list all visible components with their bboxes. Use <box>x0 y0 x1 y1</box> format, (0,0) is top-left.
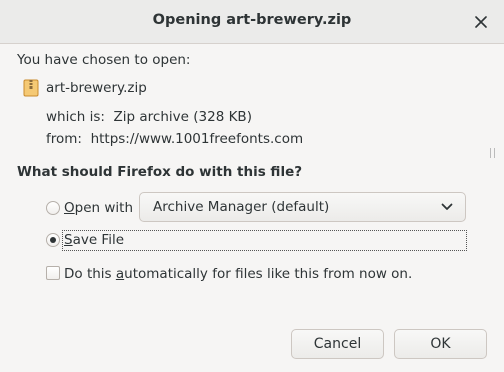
radio-selected-dot <box>50 237 56 243</box>
save-file-label-rest: ave File <box>72 232 125 248</box>
open-with-label-rest: pen with <box>74 200 134 216</box>
close-button[interactable] <box>472 13 490 31</box>
auto-label-before: Do this <box>64 266 116 282</box>
save-file-label[interactable]: Save File <box>64 232 124 248</box>
which-is-label: which is: <box>46 109 105 125</box>
zip-archive-icon <box>23 79 39 97</box>
title-bar: Opening art-brewery.zip <box>0 0 504 44</box>
file-type-value: Zip archive (328 KB) <box>113 109 252 125</box>
intro-text: You have chosen to open: <box>17 52 191 68</box>
file-source-row: from: https://www.1001freefonts.com <box>46 131 303 147</box>
application-dropdown-value: Archive Manager (default) <box>153 199 330 215</box>
save-file-radio[interactable] <box>46 233 60 247</box>
resize-grip[interactable] <box>490 148 495 158</box>
chevron-down-icon <box>441 203 453 210</box>
question-heading: What should Firefox do with this file? <box>17 164 303 180</box>
close-icon <box>475 16 487 28</box>
auto-checkbox[interactable] <box>46 266 60 280</box>
save-file-mnemonic: S <box>64 232 73 248</box>
source-url: https://www.1001freefonts.com <box>90 131 304 147</box>
from-label: from: <box>46 131 82 147</box>
open-with-radio[interactable] <box>46 201 60 215</box>
file-name: art-brewery.zip <box>46 80 147 96</box>
application-dropdown[interactable]: Archive Manager (default) <box>139 192 466 222</box>
dialog-content: You have chosen to open: art-brewery.zip… <box>0 44 504 372</box>
auto-mnemonic: a <box>115 266 125 282</box>
open-with-label[interactable]: Open with <box>64 200 133 216</box>
auto-checkbox-label[interactable]: Do this automatically for files like thi… <box>64 266 412 282</box>
window-title: Opening art-brewery.zip <box>152 12 352 28</box>
file-type-row: which is: Zip archive (328 KB) <box>46 109 252 125</box>
cancel-button[interactable]: Cancel <box>291 329 384 359</box>
auto-label-after: utomatically for files like this from no… <box>124 266 413 282</box>
open-with-mnemonic: O <box>64 200 75 216</box>
ok-button[interactable]: OK <box>394 329 487 359</box>
